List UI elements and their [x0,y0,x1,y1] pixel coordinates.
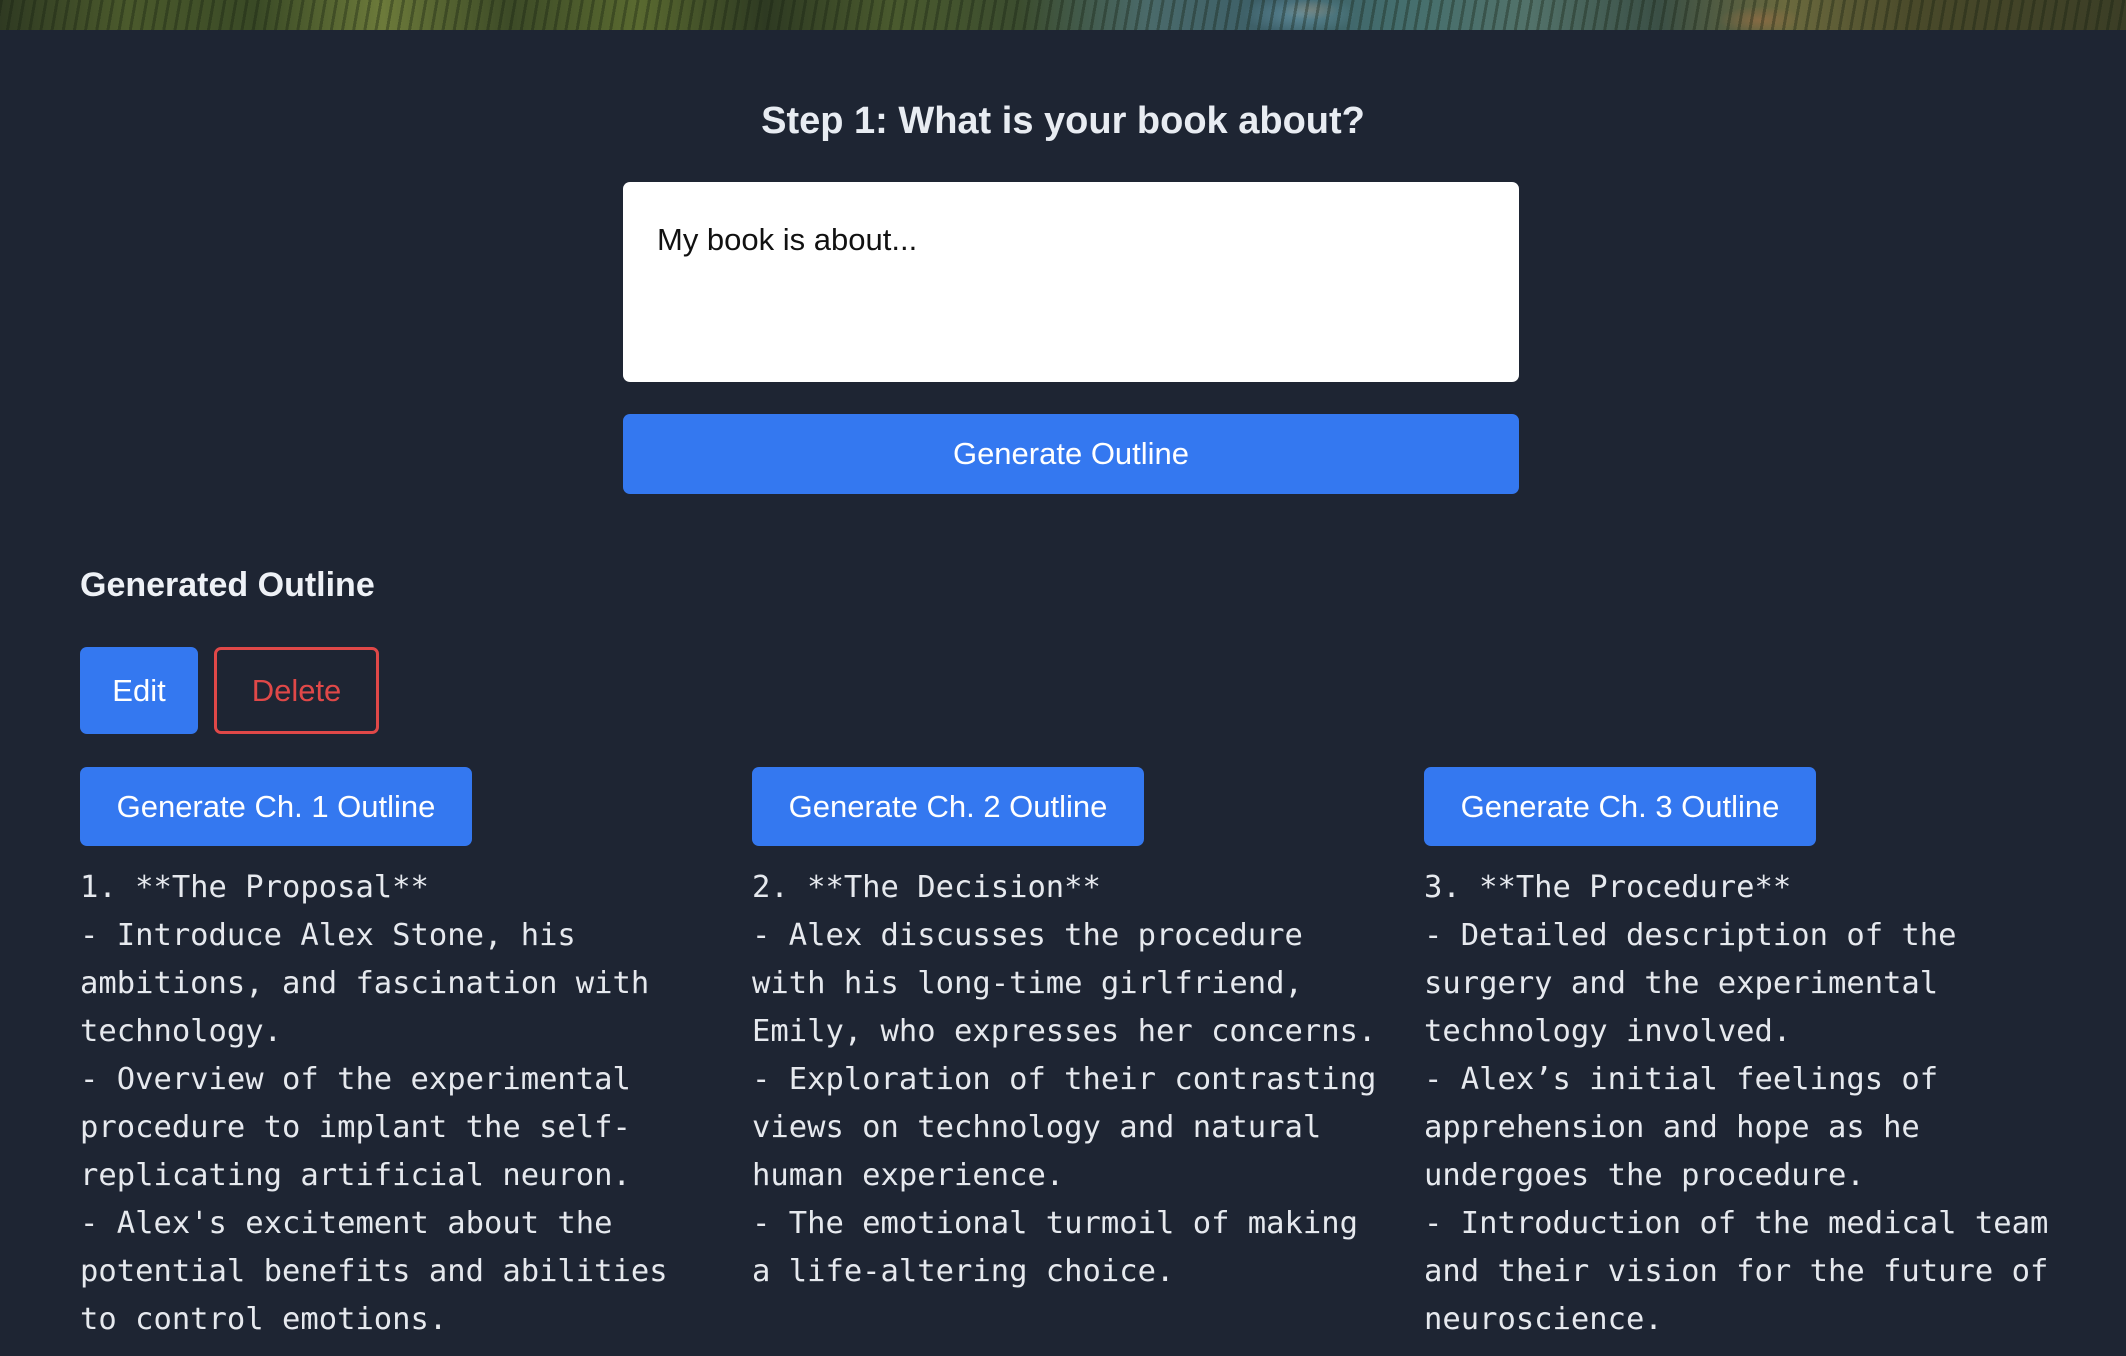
generate-outline-button[interactable]: Generate Outline [623,414,1519,494]
chapter-2-outline-text: 2. **The Decision** - Alex discusses the… [752,870,1377,1289]
edit-button[interactable]: Edit [80,647,198,734]
chapter-3-outline-text: 3. **The Procedure** - Detailed descript… [1424,870,2049,1337]
generate-ch1-outline-button[interactable]: Generate Ch. 1 Outline [80,767,472,846]
delete-button[interactable]: Delete [214,647,379,734]
header-banner-image [0,0,2126,30]
generate-ch3-outline-button[interactable]: Generate Ch. 3 Outline [1424,767,1816,846]
chapter-1-outline-text: 1. **The Proposal** - Introduce Alex Sto… [80,870,668,1337]
book-topic-input[interactable] [623,182,1519,382]
generated-outline-heading: Generated Outline [80,566,375,604]
step-title: Step 1: What is your book about? [761,100,1365,142]
generate-ch2-outline-button[interactable]: Generate Ch. 2 Outline [752,767,1144,846]
